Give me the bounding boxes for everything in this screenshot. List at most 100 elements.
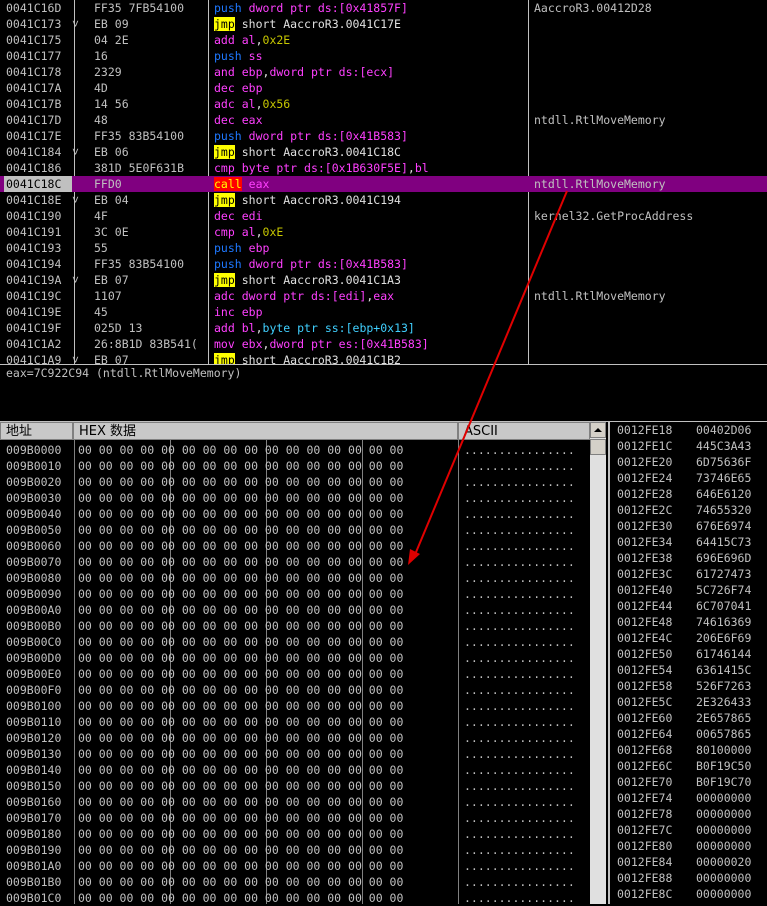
stack-row[interactable]: 0012FE1C 445C3A43 (610, 438, 767, 454)
dump-row[interactable]: 009B00F0 00 00 00 00 00 00 00 00 00 00 00… (0, 682, 590, 698)
dump-bytes: 00 00 00 00 00 00 00 00 00 00 00 00 00 0… (78, 491, 404, 505)
dump-row[interactable]: 009B0090 00 00 00 00 00 00 00 00 00 00 00… (0, 586, 590, 602)
stack-row[interactable]: 0012FE80 00000000 (610, 838, 767, 854)
stack-row[interactable]: 0012FE5C 2E326433 (610, 694, 767, 710)
stack-row[interactable]: 0012FE74 00000000 (610, 790, 767, 806)
stack-row[interactable]: 0012FE2C 74655320 (610, 502, 767, 518)
dump-address: 009B00E0 (6, 667, 62, 681)
stack-row[interactable]: 0012FE40 5C726F74 (610, 582, 767, 598)
disasm-row[interactable]: 0041C177 16 push ss (0, 48, 767, 64)
stack-address: 0012FE28 (617, 487, 673, 501)
disasm-row-selected[interactable]: 0041C18C FFD0 call eax ntdll.RtlMoveMemory (0, 176, 767, 192)
dump-row[interactable]: 009B0030 00 00 00 00 00 00 00 00 00 00 00… (0, 490, 590, 506)
stack-row[interactable]: 0012FE6C B0F19C50 (610, 758, 767, 774)
dump-header-address[interactable]: 地址 (0, 422, 73, 440)
dump-header-hex[interactable]: HEX 数据 (73, 422, 458, 440)
dump-row[interactable]: 009B0060 00 00 00 00 00 00 00 00 00 00 00… (0, 538, 590, 554)
stack-row[interactable]: 0012FE64 00657865 (610, 726, 767, 742)
dump-row[interactable]: 009B01B0 00 00 00 00 00 00 00 00 00 00 00… (0, 874, 590, 890)
dump-row[interactable]: 009B0120 00 00 00 00 00 00 00 00 00 00 00… (0, 730, 590, 746)
disasm-row[interactable]: 0041C191 3C 0E cmp al,0xE (0, 224, 767, 240)
disasm-row[interactable]: 0041C17B 14 56 adc al,0x56 (0, 96, 767, 112)
dump-row[interactable]: 009B0070 00 00 00 00 00 00 00 00 00 00 00… (0, 554, 590, 570)
disasm-row[interactable]: 0041C194 FF35 83B54100 push dword ptr ds:[… (0, 256, 767, 272)
operand: al (241, 97, 256, 111)
stack-row[interactable]: 0012FE34 64415C73 (610, 534, 767, 550)
disasm-row[interactable]: 0041C17E FF35 83B54100 push dword ptr ds:[… (0, 128, 767, 144)
dump-row[interactable]: 009B0100 00 00 00 00 00 00 00 00 00 00 00… (0, 698, 590, 714)
dump-row[interactable]: 009B00A0 00 00 00 00 00 00 00 00 00 00 00… (0, 602, 590, 618)
disassembly-pane[interactable]: 0041C16D FF35 7FB54100 push dword ptr ds:[… (0, 0, 767, 364)
dump-row[interactable]: 009B0010 00 00 00 00 00 00 00 00 00 00 00… (0, 458, 590, 474)
dump-row[interactable]: 009B01A0 00 00 00 00 00 00 00 00 00 00 00… (0, 858, 590, 874)
dump-address: 009B0180 (6, 827, 62, 841)
dump-row[interactable]: 009B0040 00 00 00 00 00 00 00 00 00 00 00… (0, 506, 590, 522)
dump-row[interactable]: 009B0020 00 00 00 00 00 00 00 00 00 00 00… (0, 474, 590, 490)
stack-row[interactable]: 0012FE70 B0F19C70 (610, 774, 767, 790)
stack-row[interactable]: 0012FE88 00000000 (610, 870, 767, 886)
disasm-row[interactable]: 0041C175 04 2E add al,0x2E (0, 32, 767, 48)
instruction-hex: 4F (94, 209, 108, 223)
stack-row[interactable]: 0012FE68 80100000 (610, 742, 767, 758)
stack-address: 0012FE78 (617, 807, 673, 821)
dump-row[interactable]: 009B00B0 00 00 00 00 00 00 00 00 00 00 00… (0, 618, 590, 634)
disasm-row[interactable]: 0041C173 ˅ EB 09 jmp short AaccroR3.0041C17… (0, 16, 767, 32)
disasm-row[interactable]: 0041C19F 025D 13 add bl,byte ptr ss:[ebp+0… (0, 320, 767, 336)
scroll-thumb[interactable] (590, 439, 606, 455)
disasm-row[interactable]: 0041C19E 45 inc ebp (0, 304, 767, 320)
stack-row[interactable]: 0012FE24 73746E65 (610, 470, 767, 486)
dump-row[interactable]: 009B00C0 00 00 00 00 00 00 00 00 00 00 00… (0, 634, 590, 650)
disasm-row[interactable]: 0041C17D 48 dec eax ntdll.RtlMoveMemory (0, 112, 767, 128)
memory-dump-pane[interactable]: 地址 HEX 数据 ASCII 009B0000 00 00 00 00 00 0… (0, 422, 606, 905)
stack-row[interactable]: 0012FE30 676E6974 (610, 518, 767, 534)
dump-row[interactable]: 009B0110 00 00 00 00 00 00 00 00 00 00 00… (0, 714, 590, 730)
disasm-row[interactable]: 0041C193 55 push ebp (0, 240, 767, 256)
stack-row[interactable]: 0012FE38 696E696D (610, 550, 767, 566)
disasm-row[interactable]: 0041C19A ˅ EB 07 jmp short AaccroR3.0041C1A… (0, 272, 767, 288)
stack-row[interactable]: 0012FE48 74616369 (610, 614, 767, 630)
disasm-row[interactable]: 0041C1A2 26:8B1D 83B541(mov ebx,dword ptr… (0, 336, 767, 352)
dump-row[interactable]: 009B0180 00 00 00 00 00 00 00 00 00 00 00… (0, 826, 590, 842)
stack-row[interactable]: 0012FE50 61746144 (610, 646, 767, 662)
stack-row[interactable]: 0012FE44 6C707041 (610, 598, 767, 614)
dump-row[interactable]: 009B0150 00 00 00 00 00 00 00 00 00 00 00… (0, 778, 590, 794)
dump-row[interactable]: 009B0190 00 00 00 00 00 00 00 00 00 00 00… (0, 842, 590, 858)
dump-row[interactable]: 009B0050 00 00 00 00 00 00 00 00 00 00 00… (0, 522, 590, 538)
stack-row[interactable]: 0012FE54 6361415C (610, 662, 767, 678)
disasm-row[interactable]: 0041C186 381D 5E0F631B cmp byte ptr ds:[0x… (0, 160, 767, 176)
dump-row[interactable]: 009B0170 00 00 00 00 00 00 00 00 00 00 00… (0, 810, 590, 826)
dump-row[interactable]: 009B0140 00 00 00 00 00 00 00 00 00 00 00… (0, 762, 590, 778)
stack-row[interactable]: 0012FE84 00000020 (610, 854, 767, 870)
stack-row[interactable]: 0012FE28 646E6120 (610, 486, 767, 502)
stack-row[interactable]: 0012FE60 2E657865 (610, 710, 767, 726)
disasm-row[interactable]: 0041C16D FF35 7FB54100 push dword ptr ds:[… (0, 0, 767, 16)
dump-row[interactable]: 009B00D0 00 00 00 00 00 00 00 00 00 00 00… (0, 650, 590, 666)
stack-row[interactable]: 0012FE78 00000000 (610, 806, 767, 822)
dump-row[interactable]: 009B0160 00 00 00 00 00 00 00 00 00 00 00… (0, 794, 590, 810)
disasm-row[interactable]: 0041C18E ˅ EB 04 jmp short AaccroR3.0041C19… (0, 192, 767, 208)
stack-row[interactable]: 0012FE4C 206E6F69 (610, 630, 767, 646)
stack-row[interactable]: 0012FE8C 00000000 (610, 886, 767, 902)
dump-ascii: ................ (464, 747, 575, 761)
stack-row[interactable]: 0012FE20 6D75636F (610, 454, 767, 470)
disasm-row[interactable]: 0041C17A 4D dec ebp (0, 80, 767, 96)
dump-header-ascii[interactable]: ASCII (458, 422, 590, 440)
disasm-row[interactable]: 0041C184 ˅ EB 06 jmp short AaccroR3.0041C18… (0, 144, 767, 160)
dump-vertical-scrollbar[interactable] (590, 422, 606, 904)
disasm-row[interactable]: 0041C1A9 ˅ EB 07 jmp short AaccroR3.0041C1B… (0, 352, 767, 364)
stack-row[interactable]: 0012FE58 526F7263 (610, 678, 767, 694)
disasm-row[interactable]: 0041C19C 1107 adc dword ptr ds:[edi],eax nt… (0, 288, 767, 304)
dump-ascii: ................ (464, 587, 575, 601)
operand: ss (248, 49, 263, 63)
disasm-row[interactable]: 0041C190 4F dec edi kernel32.GetProcAddress (0, 208, 767, 224)
scroll-up-button[interactable] (590, 422, 606, 438)
stack-row[interactable]: 0012FE3C 61727473 (610, 566, 767, 582)
stack-pane[interactable]: 0012FE18 00402D06 0012FE1C 445C3A43 0012FE20… (608, 422, 767, 904)
dump-row[interactable]: 009B00E0 00 00 00 00 00 00 00 00 00 00 00… (0, 666, 590, 682)
stack-row[interactable]: 0012FE18 00402D06 (610, 422, 767, 438)
dump-row[interactable]: 009B0130 00 00 00 00 00 00 00 00 00 00 00… (0, 746, 590, 762)
dump-row[interactable]: 009B0080 00 00 00 00 00 00 00 00 00 00 00… (0, 570, 590, 586)
dump-row[interactable]: 009B0000 00 00 00 00 00 00 00 00 00 00 00… (0, 442, 590, 458)
disasm-row[interactable]: 0041C178 2329 and ebp,dword ptr ds:[ecx] (0, 64, 767, 80)
stack-row[interactable]: 0012FE7C 00000000 (610, 822, 767, 838)
